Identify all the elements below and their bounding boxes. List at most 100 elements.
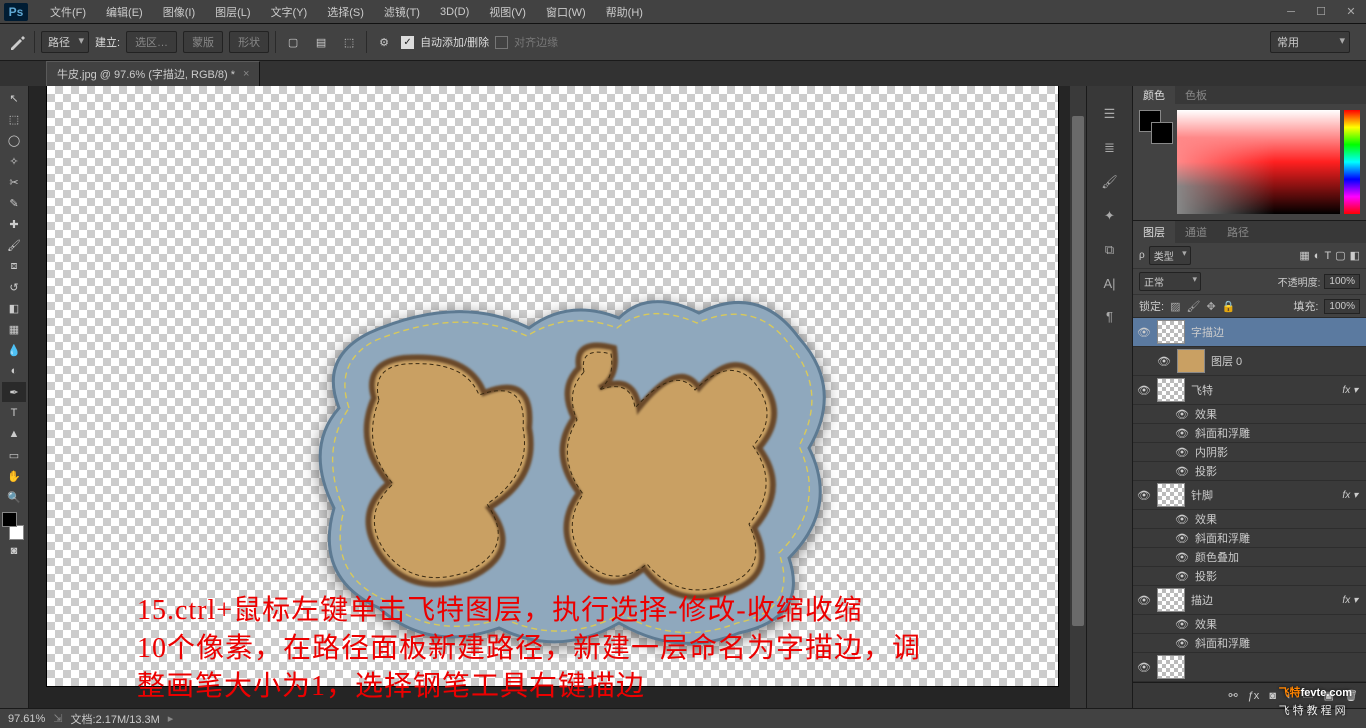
layer-row[interactable]: 👁 bbox=[1133, 653, 1366, 682]
document-tab[interactable]: 牛皮.jpg @ 97.6% (字描边, RGB/8) * × bbox=[46, 61, 260, 86]
visibility-icon[interactable]: 👁 bbox=[1137, 489, 1151, 502]
layer-effect[interactable]: 👁内阴影 bbox=[1133, 443, 1366, 462]
layer-row[interactable]: 👁字描边 bbox=[1133, 318, 1366, 347]
zoom-tool[interactable]: 🔍 bbox=[2, 487, 26, 507]
visibility-icon[interactable]: 👁 bbox=[1175, 618, 1189, 631]
marquee-tool[interactable]: ⬚ bbox=[2, 109, 26, 129]
magic-wand-tool[interactable]: ✧ bbox=[2, 151, 26, 171]
gear-icon[interactable]: ⚙ bbox=[373, 31, 395, 53]
close-tab-icon[interactable]: × bbox=[243, 68, 249, 80]
channels-tab[interactable]: 通道 bbox=[1175, 221, 1217, 243]
stamp-tool[interactable]: ⧈ bbox=[2, 256, 26, 276]
filter-type-select[interactable]: 类型 bbox=[1149, 246, 1191, 265]
menu-item[interactable]: 3D(D) bbox=[430, 0, 479, 23]
lock-position-icon[interactable]: ✥ bbox=[1206, 300, 1215, 313]
type-tool[interactable]: T bbox=[2, 403, 26, 423]
visibility-icon[interactable]: 👁 bbox=[1137, 384, 1151, 397]
path-arrange-icon[interactable]: ⬚ bbox=[338, 31, 360, 53]
layer-row[interactable]: 👁飞特fx ▾ bbox=[1133, 376, 1366, 405]
eraser-tool[interactable]: ◧ bbox=[2, 298, 26, 318]
close-button[interactable]: ✕ bbox=[1336, 0, 1366, 23]
zoom-arrow-icon[interactable]: ⇲ bbox=[53, 712, 62, 725]
visibility-icon[interactable]: 👁 bbox=[1137, 326, 1151, 339]
brush-tool[interactable]: 🖌 bbox=[2, 235, 26, 255]
menu-item[interactable]: 编辑(E) bbox=[96, 0, 153, 23]
path-ops-icon[interactable]: ▢ bbox=[282, 31, 304, 53]
layer-thumbnail[interactable] bbox=[1157, 655, 1185, 679]
lock-transparent-icon[interactable]: ▨ bbox=[1170, 300, 1180, 313]
layer-effect[interactable]: 👁斜面和浮雕 bbox=[1133, 529, 1366, 548]
make-shape-button[interactable]: 形状 bbox=[229, 31, 269, 53]
menu-item[interactable]: 帮助(H) bbox=[596, 0, 653, 23]
filter-pixel-icon[interactable]: ▦ bbox=[1299, 249, 1309, 262]
menu-item[interactable]: 选择(S) bbox=[317, 0, 374, 23]
layer-thumbnail[interactable] bbox=[1157, 483, 1185, 507]
paths-tab[interactable]: 路径 bbox=[1217, 221, 1259, 243]
canvas[interactable]: 15.ctrl+鼠标左键单击飞特图层，执行选择-修改-收缩收缩 10个像素，在路… bbox=[47, 86, 1058, 686]
opacity-value[interactable]: 100% bbox=[1324, 274, 1360, 289]
crop-tool[interactable]: ✂ bbox=[2, 172, 26, 192]
move-tool[interactable]: ↖ bbox=[2, 88, 26, 108]
background-color[interactable] bbox=[9, 525, 24, 540]
fill-value[interactable]: 100% bbox=[1324, 299, 1360, 314]
path-align-icon[interactable]: ▤ bbox=[310, 31, 332, 53]
hue-slider[interactable] bbox=[1344, 110, 1360, 214]
make-selection-button[interactable]: 选区… bbox=[126, 31, 177, 53]
character-panel-icon[interactable]: A| bbox=[1103, 276, 1115, 291]
history-panel-icon[interactable]: ☰ bbox=[1104, 106, 1116, 122]
filter-smart-icon[interactable]: ◧ bbox=[1350, 249, 1360, 262]
menu-item[interactable]: 文件(F) bbox=[40, 0, 96, 23]
color-panel-swatches[interactable] bbox=[1139, 110, 1173, 144]
visibility-icon[interactable]: 👁 bbox=[1175, 408, 1189, 421]
zoom-level[interactable]: 97.61% bbox=[8, 713, 45, 725]
layer-mask-icon[interactable]: ◙ bbox=[1269, 690, 1276, 702]
layer-row[interactable]: 👁针脚fx ▾ bbox=[1133, 481, 1366, 510]
healing-tool[interactable]: ✚ bbox=[2, 214, 26, 234]
visibility-icon[interactable]: 👁 bbox=[1157, 355, 1171, 368]
rectangle-tool[interactable]: ▭ bbox=[2, 445, 26, 465]
vertical-scrollbar[interactable] bbox=[1070, 86, 1086, 708]
layer-row[interactable]: 👁描边fx ▾ bbox=[1133, 586, 1366, 615]
foreground-color[interactable] bbox=[2, 512, 17, 527]
layer-row[interactable]: 👁图层 0 bbox=[1133, 347, 1366, 376]
filter-adjust-icon[interactable]: ◐ bbox=[1314, 250, 1321, 262]
paragraph-panel-icon[interactable]: ¶ bbox=[1106, 309, 1113, 324]
layer-thumbnail[interactable] bbox=[1177, 349, 1205, 373]
fx-badge[interactable]: fx ▾ bbox=[1342, 385, 1358, 396]
link-layers-icon[interactable]: ⚯ bbox=[1228, 689, 1237, 702]
filter-type-icon[interactable]: T bbox=[1324, 250, 1331, 262]
history-brush-tool[interactable]: ↺ bbox=[2, 277, 26, 297]
layer-effect[interactable]: 👁斜面和浮雕 bbox=[1133, 424, 1366, 443]
layer-effect[interactable]: 👁颜色叠加 bbox=[1133, 548, 1366, 567]
layer-thumbnail[interactable] bbox=[1157, 588, 1185, 612]
gradient-tool[interactable]: ▦ bbox=[2, 319, 26, 339]
layer-effect[interactable]: 👁效果 bbox=[1133, 405, 1366, 424]
visibility-icon[interactable]: 👁 bbox=[1137, 661, 1151, 674]
layer-effect[interactable]: 👁效果 bbox=[1133, 615, 1366, 634]
menu-item[interactable]: 视图(V) bbox=[479, 0, 536, 23]
align-edges-checkbox[interactable] bbox=[495, 36, 508, 49]
quickmask-tool[interactable]: ◙ bbox=[2, 541, 26, 561]
menu-item[interactable]: 滤镜(T) bbox=[374, 0, 430, 23]
filter-shape-icon[interactable]: ▢ bbox=[1335, 249, 1345, 262]
hand-tool[interactable]: ✋ bbox=[2, 466, 26, 486]
color-tab[interactable]: 颜色 bbox=[1133, 86, 1175, 104]
color-swatches[interactable] bbox=[2, 512, 26, 540]
swatches-tab[interactable]: 色板 bbox=[1175, 86, 1217, 104]
brush-panel-icon[interactable]: 🖌 bbox=[1101, 174, 1118, 190]
visibility-icon[interactable]: 👁 bbox=[1175, 446, 1189, 459]
layer-effect[interactable]: 👁投影 bbox=[1133, 462, 1366, 481]
eyedropper-tool[interactable]: ✎ bbox=[2, 193, 26, 213]
blend-mode-select[interactable]: 正常 bbox=[1139, 272, 1201, 291]
path-mode-select[interactable]: 路径 bbox=[41, 31, 89, 53]
visibility-icon[interactable]: 👁 bbox=[1175, 513, 1189, 526]
layer-effect[interactable]: 👁投影 bbox=[1133, 567, 1366, 586]
lock-pixels-icon[interactable]: 🖌 bbox=[1186, 300, 1200, 313]
minimize-button[interactable]: ─ bbox=[1276, 0, 1306, 23]
visibility-icon[interactable]: 👁 bbox=[1175, 465, 1189, 478]
pen-tool[interactable]: ✒ bbox=[2, 382, 26, 402]
clonesrc-panel-icon[interactable]: ⧉ bbox=[1105, 242, 1114, 258]
fx-badge[interactable]: fx ▾ bbox=[1342, 490, 1358, 501]
workspace-select[interactable]: 常用 bbox=[1270, 31, 1350, 53]
visibility-icon[interactable]: 👁 bbox=[1175, 551, 1189, 564]
